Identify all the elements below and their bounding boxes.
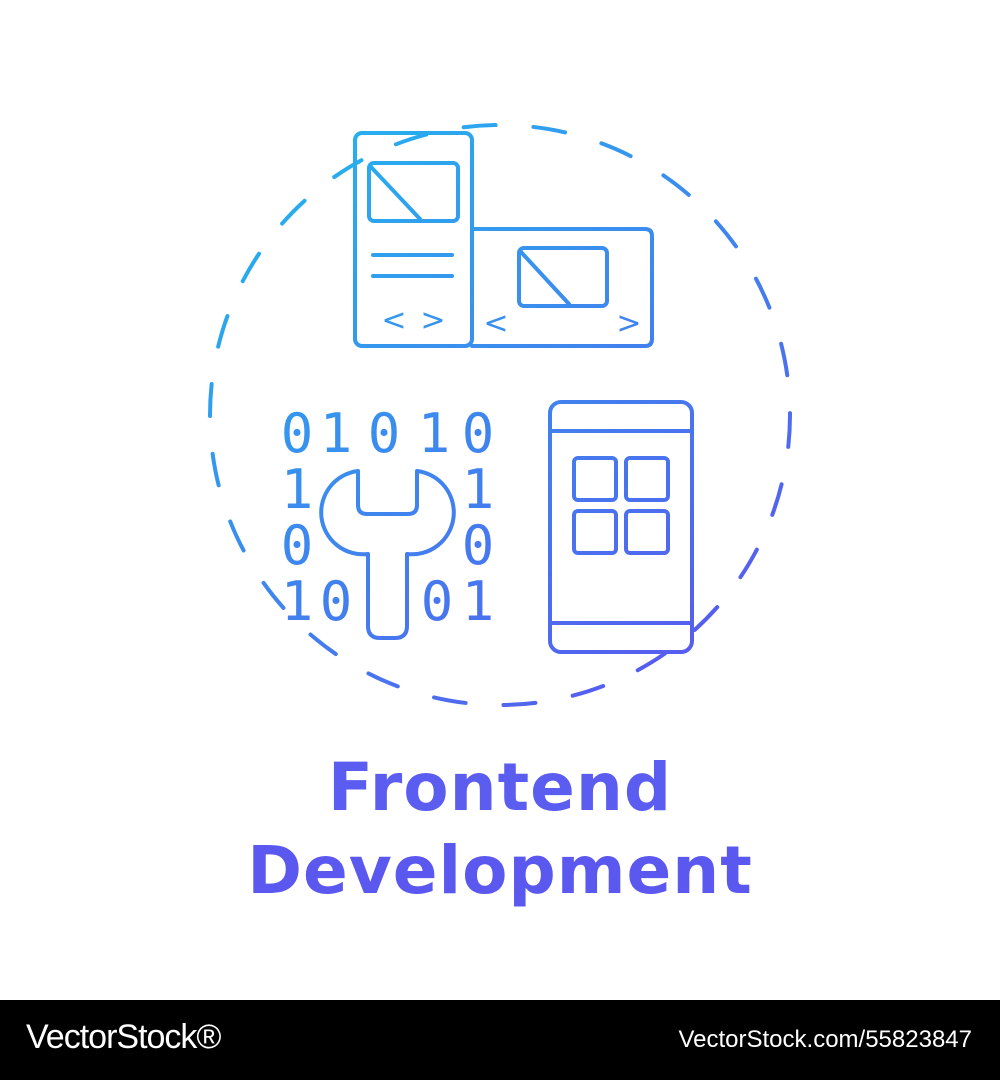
app-tile xyxy=(624,509,670,555)
smartphone-app-grid-icon xyxy=(548,400,694,654)
illustration-canvas: < > < > 0 1 0 1 0 1 0 1 0 1 0 0 1 Fronte… xyxy=(0,0,1000,1080)
chevron-right-icon: > xyxy=(420,303,445,338)
binary-digit: 1 xyxy=(462,458,495,521)
title-line-frontend: Frontend xyxy=(327,749,673,826)
image-id-text: VectorStock.com/55823847 xyxy=(678,1026,972,1053)
binary-digit: 0 xyxy=(462,402,495,465)
binary-digit: 1 xyxy=(462,570,495,633)
app-tile xyxy=(624,456,670,502)
binary-code-icon: 0 1 0 1 0 1 0 1 0 1 0 0 1 xyxy=(281,402,495,633)
chevron-left-icon: < xyxy=(483,306,508,341)
binary-digit: 1 xyxy=(281,458,314,521)
binary-digit: 0 xyxy=(421,570,454,633)
binary-digit: 1 xyxy=(320,402,353,465)
footer-bar: VectorStock® VectorStock.com/55823847 xyxy=(0,1000,1000,1080)
chevron-left-icon: < xyxy=(381,303,406,338)
app-tile xyxy=(572,456,618,502)
binary-digit: 0 xyxy=(281,402,314,465)
title-line-development: Development xyxy=(247,832,753,909)
binary-digit: 1 xyxy=(418,402,451,465)
phone-body xyxy=(548,400,694,654)
app-tile xyxy=(572,509,618,555)
binary-digit: 0 xyxy=(462,514,495,577)
binary-digit: 0 xyxy=(281,514,314,577)
vectorstock-logo: VectorStock® xyxy=(26,1018,221,1056)
binary-digit: 0 xyxy=(320,570,353,633)
chevron-right-icon: > xyxy=(616,306,641,341)
binary-digit: 0 xyxy=(368,402,401,465)
binary-digit: 1 xyxy=(281,570,314,633)
